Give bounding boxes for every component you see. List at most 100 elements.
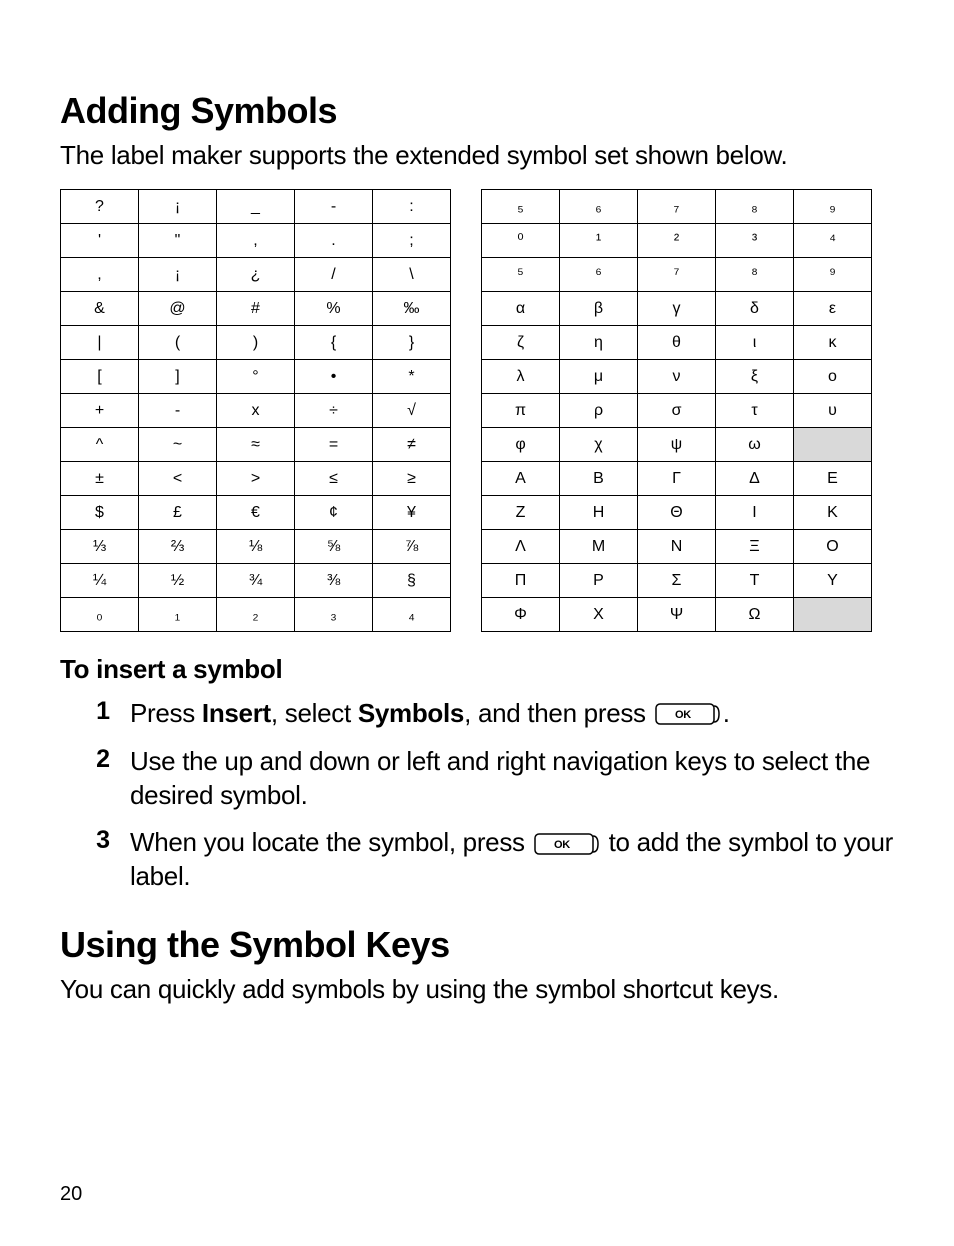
- step-2: 2 Use the up and down or left and right …: [60, 745, 899, 813]
- symbol-cell: *: [373, 360, 451, 394]
- symbol-cell: Θ: [638, 496, 716, 530]
- symbol-cell: Ζ: [482, 496, 560, 530]
- symbol-cell: Ω: [716, 598, 794, 632]
- symbol-cell: Σ: [638, 564, 716, 598]
- intro-using-symbol-keys: You can quickly add symbols by using the…: [60, 974, 899, 1005]
- ok-label: OK: [675, 709, 691, 721]
- symbol-cell: ε: [794, 292, 872, 326]
- symbol-cell: χ: [560, 428, 638, 462]
- symbol-cell: ': [61, 224, 139, 258]
- symbol-cell: Π: [482, 564, 560, 598]
- step-3: 3 When you locate the symbol, press OK t…: [60, 826, 899, 894]
- symbol-cell: =: [295, 428, 373, 462]
- symbol-cell: ₈: [716, 190, 794, 224]
- symbol-cell: Τ: [716, 564, 794, 598]
- symbol-cell: Φ: [482, 598, 560, 632]
- heading-using-symbol-keys: Using the Symbol Keys: [60, 924, 899, 966]
- symbol-cell: [794, 428, 872, 462]
- symbol-cell: %: [295, 292, 373, 326]
- symbol-cell: ,: [217, 224, 295, 258]
- symbol-cell: ¡: [139, 190, 217, 224]
- symbol-cell: Κ: [794, 496, 872, 530]
- step-number: 3: [60, 826, 130, 855]
- symbol-cell: ⅜: [295, 564, 373, 598]
- symbol-cell: ¿: [217, 258, 295, 292]
- page-number: 20: [60, 1183, 82, 1206]
- symbol-cell: ⁷: [638, 258, 716, 292]
- symbol-cell: [: [61, 360, 139, 394]
- symbol-cell: &: [61, 292, 139, 326]
- symbol-cell: Ρ: [560, 564, 638, 598]
- symbol-cell: ]: [139, 360, 217, 394]
- step-body: Press Insert, select Symbols, and then p…: [130, 697, 730, 731]
- symbol-cell: μ: [560, 360, 638, 394]
- ok-key-icon: OK: [655, 703, 721, 727]
- ok-label: OK: [554, 839, 570, 851]
- symbol-cell: ⅝: [295, 530, 373, 564]
- symbol-cell: δ: [716, 292, 794, 326]
- symbol-cell: >: [217, 462, 295, 496]
- symbol-cell: €: [217, 496, 295, 530]
- symbol-cell: {: [295, 326, 373, 360]
- symbol-cell: ?: [61, 190, 139, 224]
- symbol-cell: +: [61, 394, 139, 428]
- symbol-cell: £: [139, 496, 217, 530]
- symbol-cell: <: [139, 462, 217, 496]
- step-body: Use the up and down or left and right na…: [130, 745, 899, 813]
- symbol-cell: ^: [61, 428, 139, 462]
- symbol-cell: η: [560, 326, 638, 360]
- ok-key-icon: OK: [534, 833, 600, 857]
- symbol-cell: ": [139, 224, 217, 258]
- symbol-cell: ÷: [295, 394, 373, 428]
- symbol-cell: ⁸: [716, 258, 794, 292]
- symbol-cell: κ: [794, 326, 872, 360]
- symbol-cell: ₂: [217, 598, 295, 632]
- symbol-cell: ⅛: [217, 530, 295, 564]
- symbol-cell: °: [217, 360, 295, 394]
- step-number: 1: [60, 697, 130, 726]
- symbol-cell: #: [217, 292, 295, 326]
- symbol-cell: Ν: [638, 530, 716, 564]
- symbol-cell: §: [373, 564, 451, 598]
- step-number: 2: [60, 745, 130, 774]
- symbol-cell: α: [482, 292, 560, 326]
- symbol-cell: ₃: [295, 598, 373, 632]
- symbol-cell: ,: [61, 258, 139, 292]
- symbol-cell: •: [295, 360, 373, 394]
- symbol-cell: Ο: [794, 530, 872, 564]
- symbol-cell: ₉: [794, 190, 872, 224]
- symbol-cell: ¥: [373, 496, 451, 530]
- symbol-cell: @: [139, 292, 217, 326]
- step-1: 1 Press Insert, select Symbols, and then…: [60, 697, 899, 731]
- symbol-cell: ο: [794, 360, 872, 394]
- symbol-cell: ±: [61, 462, 139, 496]
- symbol-cell: ξ: [716, 360, 794, 394]
- symbol-cell: \: [373, 258, 451, 292]
- symbol-cell: }: [373, 326, 451, 360]
- symbol-cell: ½: [139, 564, 217, 598]
- symbol-cell: ₇: [638, 190, 716, 224]
- symbol-cell: ⅞: [373, 530, 451, 564]
- symbol-cell: ¼: [61, 564, 139, 598]
- symbol-cell: Χ: [560, 598, 638, 632]
- symbol-cell: Υ: [794, 564, 872, 598]
- steps-list: 1 Press Insert, select Symbols, and then…: [60, 697, 899, 894]
- intro-adding-symbols: The label maker supports the extended sy…: [60, 140, 899, 171]
- symbol-cell: σ: [638, 394, 716, 428]
- symbol-cell: Ε: [794, 462, 872, 496]
- symbol-cell: ₆: [560, 190, 638, 224]
- symbol-cell: /: [295, 258, 373, 292]
- symbol-cell: ⁶: [560, 258, 638, 292]
- symbol-cell: ₅: [482, 190, 560, 224]
- symbol-cell: γ: [638, 292, 716, 326]
- symbol-cell: ₀: [61, 598, 139, 632]
- symbol-cell: ν: [638, 360, 716, 394]
- symbol-cell: ): [217, 326, 295, 360]
- symbol-cell: λ: [482, 360, 560, 394]
- symbol-cell: ⁵: [482, 258, 560, 292]
- symbol-cell: Β: [560, 462, 638, 496]
- symbol-cell: ⁹: [794, 258, 872, 292]
- symbol-cell: φ: [482, 428, 560, 462]
- symbol-cell: ≠: [373, 428, 451, 462]
- symbol-cell: Ψ: [638, 598, 716, 632]
